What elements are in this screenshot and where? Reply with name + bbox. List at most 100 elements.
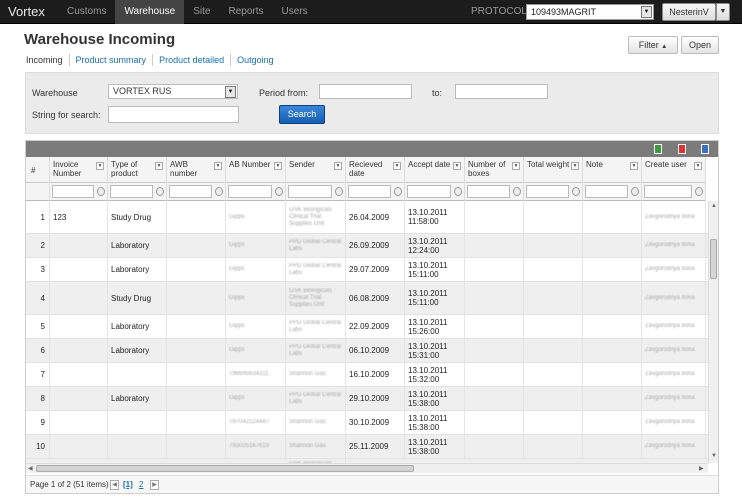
export-excel-icon[interactable]: [654, 144, 662, 154]
column-menu-icon[interactable]: ▼: [214, 162, 222, 170]
vertical-scroll-thumb[interactable]: [710, 239, 717, 279]
column-header[interactable]: Type of product ▼: [108, 157, 167, 183]
column-menu-icon[interactable]: ▼: [453, 162, 461, 170]
filter-options-icon[interactable]: [454, 187, 462, 196]
tab-incoming[interactable]: Incoming: [26, 54, 69, 66]
table-cell: [167, 363, 226, 386]
column-header[interactable]: Note ▼: [583, 157, 642, 183]
column-menu-icon[interactable]: ▼: [96, 162, 104, 170]
page-1-link[interactable]: [1]: [123, 476, 133, 493]
table-row[interactable]: 3 Laboratory Gipps PPD Global Central Labs 2…: [26, 258, 708, 282]
filter-options-icon[interactable]: [215, 187, 223, 196]
table-row[interactable]: 10 793025167619 Shannon Gas 25.11.2009 13.10…: [26, 435, 708, 459]
vertical-scrollbar[interactable]: ▲ ▼: [708, 201, 718, 463]
table-row[interactable]: 2 Laboratory Gipps PPD Global Central Labs 2…: [26, 234, 708, 258]
column-filter-input[interactable]: [348, 185, 391, 198]
column-menu-icon[interactable]: ▼: [571, 162, 579, 170]
column-header[interactable]: Total weight ▼: [524, 157, 583, 183]
column-menu-icon[interactable]: ▼: [334, 162, 342, 170]
search-input[interactable]: [108, 106, 239, 123]
cell-text: 1: [40, 212, 45, 222]
table-row[interactable]: 6 Laboratory Gipps PPD Global Central Labs 0…: [26, 339, 708, 363]
brand-logo[interactable]: Vortex: [8, 4, 45, 19]
protocol-select[interactable]: 109493MAGRIT ▼: [526, 4, 654, 20]
open-button[interactable]: Open: [681, 36, 719, 54]
table-row[interactable]: 5 Laboratory Gipps PPD Global Central Labs 2…: [26, 315, 708, 339]
column-header[interactable]: Invoice Number ▼: [50, 157, 108, 183]
search-button[interactable]: Search: [279, 105, 325, 124]
column-menu-icon[interactable]: ▼: [630, 162, 638, 170]
column-menu-icon[interactable]: ▼: [155, 162, 163, 170]
column-header[interactable]: Recieved date ▼: [346, 157, 405, 183]
filter-button[interactable]: Filter ▲: [628, 36, 678, 54]
column-header[interactable]: AB Number ▼: [226, 157, 286, 183]
prev-page-icon[interactable]: ◀: [110, 480, 119, 490]
tab-product-summary[interactable]: Product summary: [68, 54, 153, 66]
column-filter-input[interactable]: [407, 185, 451, 198]
nav-reports[interactable]: Reports: [219, 0, 272, 24]
period-to-input[interactable]: [455, 84, 548, 99]
cell-text: 13.10.2011 15:32:00: [408, 365, 448, 384]
tab-product-detailed[interactable]: Product detailed: [152, 54, 230, 66]
chevron-down-icon[interactable]: ▼: [641, 6, 652, 18]
filter-options-icon[interactable]: [513, 187, 521, 196]
user-menu-caret-icon[interactable]: ▼: [716, 3, 730, 21]
nav-customs[interactable]: Customs: [58, 0, 115, 24]
export-word-icon[interactable]: [701, 144, 709, 154]
column-filter: [465, 183, 524, 201]
table-row[interactable]: 7 796695634311 Shannon Gas 16.10.2009 13.10.…: [26, 363, 708, 387]
filter-options-icon[interactable]: [97, 187, 105, 196]
column-filter-input[interactable]: [585, 185, 628, 198]
horizontal-scroll-thumb[interactable]: [36, 465, 414, 472]
scroll-left-icon[interactable]: ◀: [28, 465, 33, 472]
column-filter-input[interactable]: [52, 185, 94, 198]
filter-options-icon[interactable]: [156, 187, 164, 196]
column-header[interactable]: Number of boxes ▼: [465, 157, 524, 183]
column-filter-input[interactable]: [169, 185, 212, 198]
column-header[interactable]: Accept date ▼: [405, 157, 465, 183]
table-row[interactable]: 1 123 Study Drug Gipps GSK Biologicals Clini…: [26, 201, 708, 234]
horizontal-scrollbar[interactable]: ◀ ▶: [26, 463, 708, 473]
column-menu-icon[interactable]: ▼: [512, 162, 520, 170]
export-pdf-icon[interactable]: [678, 144, 686, 154]
column-filter-input[interactable]: [644, 185, 692, 198]
column-filter-input[interactable]: [288, 185, 332, 198]
column-filter-input[interactable]: [110, 185, 153, 198]
scroll-down-icon[interactable]: ▼: [711, 453, 717, 459]
column-header[interactable]: Create user ▼: [642, 157, 706, 183]
warehouse-select[interactable]: VORTEX RUS ▼: [108, 84, 238, 99]
next-page-icon[interactable]: ▶: [150, 480, 159, 490]
filter-options-icon[interactable]: [572, 187, 580, 196]
table-row[interactable]: 9 797042124487 Shannon Gas 30.10.2009 13.10.…: [26, 411, 708, 435]
filter-options-icon[interactable]: [695, 187, 703, 196]
column-menu-icon[interactable]: ▼: [274, 162, 282, 170]
scroll-right-icon[interactable]: ▶: [699, 465, 704, 472]
nav-users[interactable]: Users: [272, 0, 316, 24]
filter-options-icon[interactable]: [335, 187, 343, 196]
chevron-down-icon[interactable]: ▼: [225, 86, 236, 98]
nav-warehouse[interactable]: Warehouse: [115, 0, 185, 24]
user-menu-button[interactable]: NesterinV: [662, 3, 716, 21]
table-cell: [524, 339, 583, 362]
column-menu-icon[interactable]: ▼: [393, 162, 401, 170]
table-row[interactable]: 4 Study Drug Gipps GSK Biologicals Clinical…: [26, 282, 708, 315]
filter-options-icon[interactable]: [631, 187, 639, 196]
tab-outgoing[interactable]: Outgoing: [230, 54, 280, 66]
table-cell: 13.10.2011 15:38:00: [405, 435, 465, 458]
column-filter-input[interactable]: [526, 185, 569, 198]
nav-site[interactable]: Site: [184, 0, 219, 24]
filter-options-icon[interactable]: [394, 187, 402, 196]
column-menu-icon[interactable]: ▼: [694, 162, 702, 170]
column-header[interactable]: AWB number ▼: [167, 157, 226, 183]
filter-options-icon[interactable]: [275, 187, 283, 196]
page-2-link[interactable]: 2: [139, 476, 143, 493]
period-from-input[interactable]: [319, 84, 412, 99]
table-cell: 13.10.2011 12:24:00: [405, 234, 465, 257]
table-row[interactable]: 8 Laboratory Gipps PPD Global Central Labs 2…: [26, 387, 708, 411]
column-header[interactable]: Sender ▼: [286, 157, 346, 183]
column-filter-input[interactable]: [228, 185, 272, 198]
cell-text: 29.10.2009: [349, 394, 390, 403]
column-filter-input[interactable]: [467, 185, 510, 198]
column-header[interactable]: #: [26, 157, 50, 183]
scroll-up-icon[interactable]: ▲: [711, 203, 717, 209]
